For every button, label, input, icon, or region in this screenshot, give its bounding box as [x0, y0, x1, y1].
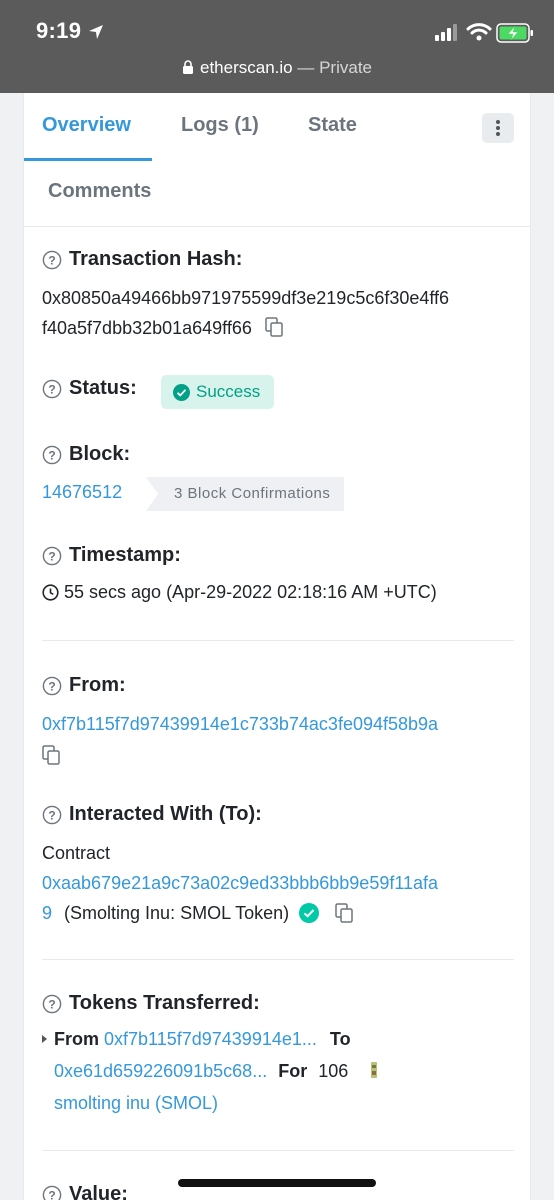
- value-label: Value:: [69, 1183, 128, 1200]
- more-options-button[interactable]: [482, 113, 514, 143]
- contract-label: Contract: [42, 843, 111, 863]
- timestamp-value: 55 secs ago (Apr-29-2022 02:18:16 AM +UT…: [64, 582, 437, 602]
- token-name-link[interactable]: smolting inu (SMOL): [54, 1093, 218, 1113]
- question-help-icon[interactable]: ?: [42, 676, 62, 696]
- section-divider: [42, 640, 514, 641]
- from-address-link[interactable]: 0xf7b115f7d97439914e1c733b74ac3fe094f58b…: [42, 709, 514, 739]
- section-divider: [42, 1150, 514, 1151]
- transaction-card: Overview Logs (1) State Comments ? Trans…: [23, 93, 531, 1200]
- interacted-with-row: ? Interacted With (To): Contract 0xaab67…: [42, 803, 514, 928]
- timestamp-label: Timestamp:: [69, 544, 181, 566]
- contract-address-link-end[interactable]: 9: [42, 898, 52, 928]
- status-badge: Success: [161, 375, 275, 409]
- copy-icon[interactable]: [42, 745, 60, 765]
- question-help-icon[interactable]: ?: [42, 250, 62, 270]
- interacted-with-label: Interacted With (To):: [69, 803, 262, 825]
- lock-icon: [183, 60, 193, 74]
- question-help-icon[interactable]: ?: [42, 546, 62, 566]
- contract-name: (Smolting Inu: SMOL Token): [64, 903, 290, 923]
- check-circle-icon: [173, 383, 190, 401]
- tab-comments[interactable]: Comments: [48, 180, 151, 203]
- wifi-icon: [466, 23, 492, 41]
- tab-state[interactable]: State: [308, 114, 357, 137]
- block-number-link[interactable]: 14676512: [42, 477, 122, 507]
- token-amount: 106: [318, 1061, 349, 1081]
- section-divider: [42, 959, 514, 960]
- block-confirmations-badge: 3 Block Confirmations: [146, 477, 345, 511]
- svg-text:?: ?: [48, 997, 55, 1011]
- tx-hash-row: ? Transaction Hash: 0x80850a49466bb97197…: [42, 248, 514, 343]
- block-row: ? Block: 14676512 3 Block Confirmations: [42, 443, 514, 511]
- status-label: Status:: [69, 377, 137, 399]
- token-logo-icon: [371, 1062, 378, 1078]
- question-help-icon[interactable]: ?: [42, 1185, 62, 1200]
- cellular-signal-icon: [435, 24, 457, 41]
- from-label: From:: [69, 674, 126, 696]
- clock-icon: [42, 583, 59, 601]
- svg-text:?: ?: [48, 382, 55, 396]
- url-bar[interactable]: etherscan.io — Private: [0, 58, 554, 78]
- contract-address-link[interactable]: 0xaab679e21a9c73a02c9ed33bbb6bb9e59f11af…: [42, 868, 514, 898]
- tx-hash-value: 0x80850a49466bb971975599df3e219c5c6f30e4…: [42, 288, 450, 338]
- verified-check-icon: [299, 903, 320, 923]
- url-domain: etherscan.io: [200, 58, 293, 77]
- svg-text:?: ?: [48, 448, 55, 462]
- more-dots-icon: [496, 120, 500, 124]
- private-indicator: — Private: [297, 58, 372, 77]
- battery-charging-icon: [496, 23, 533, 43]
- tx-hash-label: Transaction Hash:: [69, 248, 243, 270]
- from-row: ? From: 0xf7b115f7d97439914e1c733b74ac3f…: [42, 674, 514, 767]
- question-help-icon[interactable]: ?: [42, 805, 62, 825]
- block-label: Block:: [69, 443, 131, 465]
- tab-logs[interactable]: Logs (1): [181, 114, 259, 137]
- ios-status-bar: 9:19 etherscan.io — Private: [0, 0, 554, 93]
- svg-text:?: ?: [48, 808, 55, 822]
- svg-text:?: ?: [48, 1188, 55, 1200]
- home-indicator[interactable]: [178, 1179, 376, 1187]
- clock: 9:19: [36, 18, 82, 43]
- copy-icon[interactable]: [265, 317, 283, 337]
- token-from-address-link[interactable]: 0xf7b115f7d97439914e1...: [104, 1029, 317, 1049]
- question-help-icon[interactable]: ?: [42, 445, 62, 465]
- status-row: ? Status: Success: [42, 375, 514, 409]
- svg-text:?: ?: [48, 549, 55, 563]
- question-help-icon[interactable]: ?: [42, 379, 62, 399]
- caret-right-icon[interactable]: [42, 1035, 47, 1043]
- copy-icon[interactable]: [335, 903, 353, 923]
- timestamp-row: ? Timestamp: 55 secs ago (Apr-29-2022 02…: [42, 544, 514, 607]
- question-help-icon[interactable]: ?: [42, 994, 62, 1014]
- token-to-address-link[interactable]: 0xe61d659226091b5c68...: [54, 1061, 267, 1081]
- active-tab-indicator: [24, 158, 152, 161]
- svg-text:?: ?: [48, 253, 55, 267]
- tokens-transferred-label: Tokens Transferred:: [69, 992, 260, 1014]
- tab-overview[interactable]: Overview: [42, 114, 131, 137]
- tokens-transferred-row: ? Tokens Transferred: From 0xf7b115f7d97…: [42, 992, 514, 1119]
- token-transfer-entry: From 0xf7b115f7d97439914e1... To: [42, 1023, 514, 1055]
- location-arrow-icon: [89, 25, 103, 39]
- svg-text:?: ?: [48, 679, 55, 693]
- tab-bar: Overview Logs (1) State Comments: [24, 93, 530, 227]
